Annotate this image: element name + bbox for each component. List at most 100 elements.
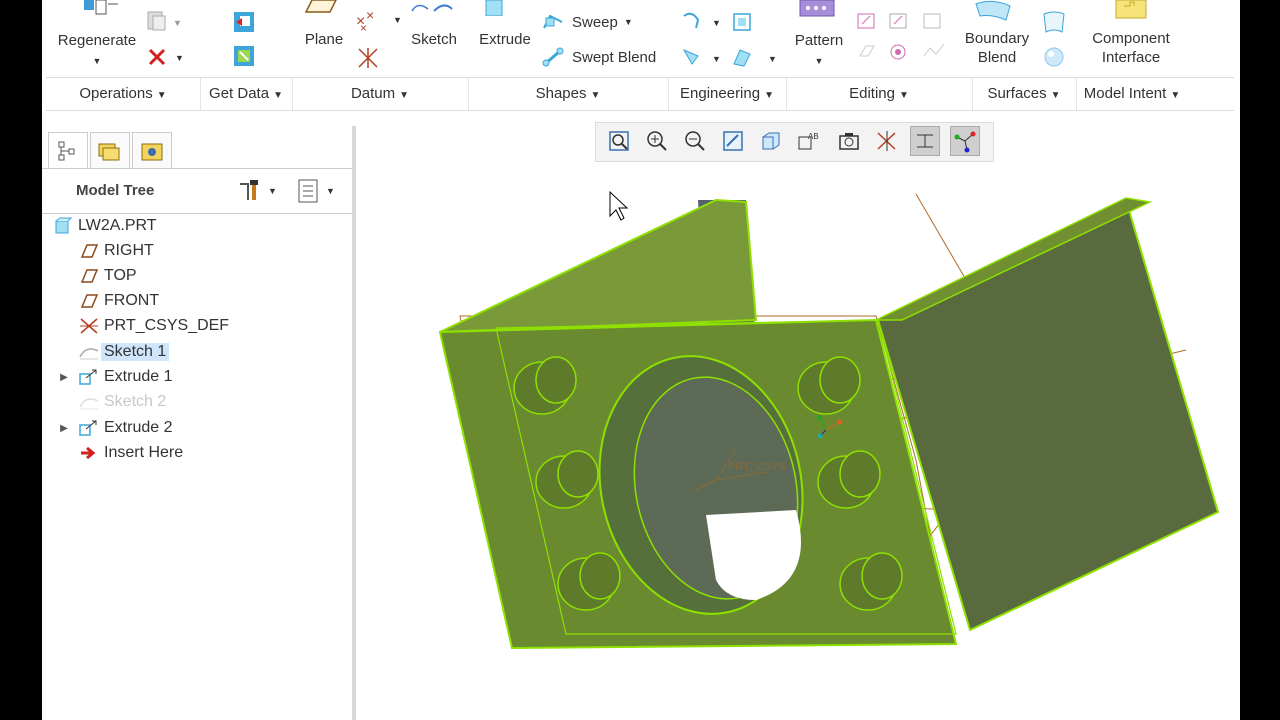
sketch-icon: [78, 342, 100, 362]
graphics-window[interactable]: PRT_CSYS: [356, 160, 1240, 720]
svg-text:AB: AB: [808, 132, 819, 141]
saved-orientations-button[interactable]: [756, 126, 786, 156]
extrude-button[interactable]: Extrude: [474, 30, 536, 49]
tree-item-label: Sketch 1: [101, 343, 170, 361]
group-operations[interactable]: Operations ▼: [46, 78, 201, 110]
tree-settings-button[interactable]: ▼: [236, 178, 277, 204]
favorites-folder-icon: [141, 143, 163, 161]
ribbon: Regenerate ▼ ▼ ▼ Plane × × × ▼ Sketch Ex…: [42, 0, 1240, 111]
svg-text:×: ×: [366, 8, 374, 23]
show-menu-button[interactable]: ▼: [296, 178, 335, 204]
tree-item-front[interactable]: FRONT: [78, 289, 159, 313]
tree-item-lw2a-prt[interactable]: LW2A.PRT: [52, 214, 157, 238]
view-manager-button[interactable]: AB: [794, 126, 824, 156]
group-editing-label: Editing: [849, 85, 895, 102]
csys-icon[interactable]: [356, 46, 382, 75]
plane-icon[interactable]: [300, 0, 340, 19]
svg-text:▼: ▼: [173, 18, 182, 28]
plane-button[interactable]: Plane: [300, 30, 348, 49]
graphics-toolbar: AB: [595, 122, 994, 162]
sweep-button[interactable]: Sweep ▼: [542, 12, 633, 32]
group-editing[interactable]: Editing ▼: [786, 78, 973, 110]
model-tree-title: Model Tree: [76, 182, 155, 199]
tab-favorites[interactable]: [132, 132, 172, 169]
tree-item-insert-here[interactable]: Insert Here: [78, 441, 183, 465]
group-engineering[interactable]: Engineering ▼: [668, 78, 787, 110]
svg-text:▼: ▼: [712, 18, 721, 28]
tab-folder-browser[interactable]: [90, 132, 130, 169]
tools-icon: [240, 180, 258, 200]
tree-item-label: Insert Here: [104, 444, 184, 461]
boundary-blend-button[interactable]: Boundary Blend: [954, 29, 1040, 67]
tree-item-label: RIGHT: [104, 242, 154, 259]
tree-item-prt-csys-def[interactable]: PRT_CSYS_DEF: [78, 314, 229, 338]
refit-button[interactable]: [604, 126, 634, 156]
repaint-icon: [723, 131, 743, 151]
boundary-blend-icon[interactable]: [972, 0, 1016, 27]
group-model-intent[interactable]: Model Intent ▼: [1076, 78, 1188, 110]
group-model-intent-label: Model Intent: [1083, 85, 1167, 102]
group-get-data[interactable]: Get Data ▼: [200, 78, 293, 110]
tree-item-sketch-2[interactable]: Sketch 2: [78, 390, 166, 414]
copy-geometry-icon[interactable]: [232, 10, 258, 39]
group-shapes[interactable]: Shapes ▼: [468, 78, 669, 110]
chevron-down-icon: ▼: [898, 90, 909, 101]
tree-item-label: PRT_CSYS_DEF: [104, 317, 230, 334]
spin-center-button[interactable]: [950, 126, 980, 156]
view-manager-icon: AB: [798, 132, 819, 150]
regenerate-button[interactable]: Regenerate ▼: [52, 31, 142, 71]
navigator-panel: Model Tree ▼ ▼ LW2A.PRT RIGHT TOP FRONT: [42, 126, 356, 720]
extrude-icon[interactable]: [482, 0, 522, 21]
zoom-in-button[interactable]: [642, 126, 672, 156]
editing-tools-icon: [856, 10, 956, 75]
tree-item-sketch-1[interactable]: Sketch 1: [78, 340, 170, 364]
tree-item-label: FRONT: [104, 292, 160, 309]
tree-item-extrude-2[interactable]: ▶ Extrude 2: [60, 416, 172, 440]
svg-text:▼: ▼: [175, 53, 184, 63]
chevron-down-icon: ▼: [590, 90, 601, 101]
sketch-button[interactable]: Sketch: [408, 30, 460, 49]
shrinkwrap-icon[interactable]: [232, 44, 258, 73]
component-interface-button[interactable]: Component Interface: [1082, 29, 1180, 67]
draft-icon[interactable]: ▼ ▼: [682, 46, 782, 75]
sweep-dropdown-icon[interactable]: ▼: [624, 17, 633, 27]
perspective-view-button[interactable]: [834, 126, 864, 156]
tab-model-tree[interactable]: [48, 132, 88, 169]
pattern-button[interactable]: Pattern ▼: [786, 31, 852, 71]
datum-point-icon[interactable]: × × × ▼: [356, 7, 404, 37]
component-interface-icon[interactable]: [1112, 0, 1152, 25]
group-datum[interactable]: Datum ▼: [292, 78, 469, 110]
folder-browser-icon: [98, 143, 120, 161]
fill-surface-icon[interactable]: [1040, 10, 1068, 75]
expand-arrow-icon[interactable]: ▶: [58, 423, 70, 434]
tree-item-extrude-1[interactable]: ▶ Extrude 1: [60, 365, 173, 389]
delete-icon[interactable]: ▼: [146, 46, 188, 73]
pattern-icon[interactable]: [798, 0, 838, 23]
extrude-icon: [78, 418, 100, 438]
zoom-out-button[interactable]: [680, 126, 710, 156]
swept-blend-button[interactable]: Swept Blend: [542, 47, 656, 67]
saved-orientations-icon: [762, 132, 780, 150]
mouse-cursor-icon: [609, 190, 629, 221]
sketch-icon[interactable]: [408, 0, 458, 18]
regenerate-icon[interactable]: [80, 0, 120, 25]
datum-plane-icon: [78, 266, 100, 286]
datum-display-filters-button[interactable]: [872, 126, 902, 156]
regenerate-dropdown-icon[interactable]: ▼: [93, 56, 102, 66]
repaint-button[interactable]: [718, 126, 748, 156]
spin-center-icon: [954, 131, 976, 153]
tree-item-label: Extrude 1: [104, 368, 173, 385]
annotation-display-button[interactable]: [910, 126, 940, 156]
chevron-down-icon: ▼: [273, 90, 283, 101]
tree-item-right[interactable]: RIGHT: [78, 239, 154, 263]
group-surfaces-label: Surfaces: [987, 85, 1047, 102]
pattern-dropdown-icon[interactable]: ▼: [815, 56, 824, 66]
group-surfaces[interactable]: Surfaces ▼: [972, 78, 1077, 110]
chevron-down-icon: ▼: [764, 90, 774, 101]
tree-item-top[interactable]: TOP: [78, 264, 137, 288]
chevron-down-icon: ▼: [1170, 90, 1181, 101]
expand-arrow-icon[interactable]: ▶: [58, 372, 70, 383]
hole-icon[interactable]: ▼: [682, 10, 762, 39]
group-engineering-label: Engineering: [680, 85, 761, 102]
model-viewport[interactable]: PRT_CSYS: [356, 160, 1240, 720]
